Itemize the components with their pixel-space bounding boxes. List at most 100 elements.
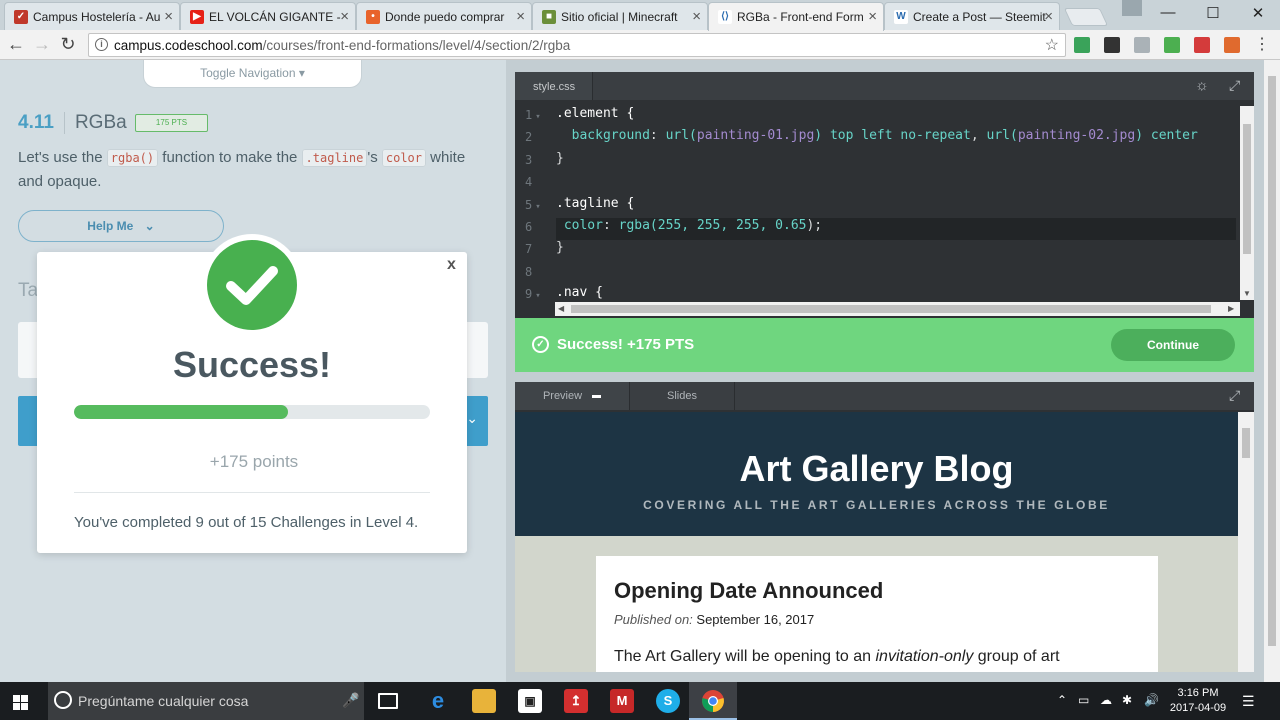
browser-tab[interactable]: ⟨⟩ RGBa - Front-end Form × [708, 2, 884, 31]
address-bar[interactable]: i campus.codeschool.com/courses/front-en… [88, 33, 1066, 57]
code-line: } [556, 151, 564, 173]
close-window-button[interactable]: ✕ [1246, 4, 1270, 22]
volume-icon[interactable]: 🔊 [1144, 693, 1159, 707]
steemit-favicon-icon: W [894, 10, 908, 24]
line-number-text: 2 [525, 130, 533, 145]
tray-expand-icon[interactable]: ⌃ [1057, 693, 1067, 707]
success-modal: x Success! +175 points You've completed … [37, 234, 467, 553]
cortana-search-box[interactable]: Pregúntame cualquier cosa 🎤 [48, 682, 364, 720]
wifi-icon[interactable]: ✱ [1122, 693, 1132, 707]
scrollbar-thumb[interactable] [1268, 76, 1276, 646]
browser-tab[interactable]: ✓ Campus Hostelería - Au × [4, 2, 180, 30]
minimize-button[interactable]: — [1156, 4, 1180, 21]
battery-icon[interactable]: ▭ [1078, 693, 1089, 707]
windows-taskbar: Pregúntame cualquier cosa 🎤 e ▣ ↥ M S ⌃ … [0, 682, 1280, 720]
site-info-icon[interactable]: i [95, 38, 108, 51]
browser-tab[interactable]: ■ Sitio oficial | Minecraft × [532, 2, 708, 30]
close-tab-icon[interactable]: × [1044, 8, 1053, 25]
editor-vertical-scrollbar[interactable]: ▼ [1240, 106, 1254, 300]
close-tab-icon[interactable]: × [692, 8, 701, 25]
browser-menu-icon[interactable]: ⋮ [1252, 34, 1272, 54]
tab-preview[interactable]: Preview [515, 382, 630, 410]
bookmark-star-icon[interactable]: ☆ [1045, 35, 1059, 55]
line-number-gutter: 1 ▾ 2 3 4 5 ▾ 6 7 8 9 ▾ [515, 106, 551, 301]
reload-button[interactable]: ↻ [58, 34, 78, 55]
code-area[interactable]: .element { background: url(painting-01.j… [556, 106, 1240, 300]
code-rgba: rgba() [106, 149, 159, 167]
code-line: } [556, 240, 564, 262]
continue-button[interactable]: Continue [1111, 329, 1235, 361]
code-token: url( [665, 128, 697, 144]
forward-button[interactable]: → [32, 34, 52, 55]
edge-browser-icon[interactable]: e [426, 689, 450, 713]
scroll-down-arrow[interactable]: ▼ [1243, 289, 1251, 298]
extension-green-icon[interactable] [1074, 37, 1090, 53]
scroll-right-arrow[interactable]: ▶ [1228, 304, 1234, 313]
fold-arrow-icon[interactable]: ▾ [535, 202, 540, 212]
article-card: Opening Date Announced Published on: Sep… [596, 556, 1158, 672]
minecraft-favicon-icon: ■ [542, 10, 556, 24]
tab-title: Campus Hostelería - Au [33, 10, 161, 24]
extension-puzzle-icon[interactable] [1104, 37, 1120, 53]
close-tab-icon[interactable]: × [868, 8, 877, 25]
expand-icon[interactable]: ⤢ [1229, 77, 1240, 94]
scrollbar-thumb[interactable] [1242, 428, 1250, 458]
profile-button[interactable] [1122, 0, 1142, 16]
tab-title: RGBa - Front-end Form [737, 10, 864, 24]
code-token: ); [806, 218, 823, 233]
published-date: September 16, 2017 [696, 612, 815, 627]
acrobat-icon[interactable]: ↥ [564, 689, 588, 713]
file-explorer-icon[interactable] [472, 689, 496, 713]
microphone-icon[interactable]: 🎤 [342, 692, 359, 709]
preview-scrollbar[interactable] [1238, 412, 1254, 672]
file-tab-style-css[interactable]: style.css [515, 72, 593, 100]
code-token: url( [986, 128, 1018, 144]
scroll-left-arrow[interactable]: ◀ [558, 304, 564, 313]
code-token: : [602, 218, 619, 233]
theme-toggle-icon[interactable]: ☼ [1195, 77, 1209, 94]
code-token: } [556, 240, 564, 256]
scrollbar-thumb[interactable] [1243, 124, 1251, 254]
instructions-text: function to make the [158, 149, 302, 166]
minimize-icon[interactable] [592, 394, 602, 398]
extension-search-icon[interactable] [1134, 37, 1150, 53]
fold-arrow-icon[interactable]: ▾ [535, 112, 540, 122]
tab-title: EL VOLCÁN GIGANTE - [209, 10, 341, 24]
network-icon[interactable]: ☁ [1100, 693, 1112, 707]
article-body: The Art Gallery will be opening to an in… [614, 648, 1134, 666]
extension-orange-icon[interactable] [1224, 37, 1240, 53]
store-icon[interactable]: ▣ [518, 689, 542, 713]
fold-arrow-icon[interactable]: ▾ [535, 291, 540, 301]
code-token: .element { [556, 106, 635, 121]
close-tab-icon[interactable]: × [516, 8, 525, 25]
back-button[interactable]: ← [6, 34, 26, 55]
tab-slides[interactable]: Slides [630, 382, 735, 410]
expand-icon[interactable]: ⤢ [1229, 387, 1240, 404]
windows-start-icon[interactable] [8, 692, 34, 712]
notifications-icon[interactable]: ☰ [1242, 693, 1255, 710]
close-tab-icon[interactable]: × [164, 8, 173, 25]
level-progress-bar [74, 405, 430, 419]
browser-tab-strip: ✓ Campus Hostelería - Au × ▶ EL VOLCÁN GIGAN… [0, 0, 1280, 31]
task-view-icon[interactable] [378, 693, 398, 709]
close-tab-icon[interactable]: × [340, 8, 349, 25]
extension-screen-icon[interactable] [1164, 37, 1180, 53]
close-modal-button[interactable]: x [447, 256, 456, 274]
toggle-navigation-button[interactable]: Toggle Navigation ▾ [143, 60, 362, 88]
system-clock[interactable]: 3:16 PM 2017-04-09 [1160, 686, 1236, 716]
page-scrollbar[interactable] [1264, 60, 1280, 682]
editor-horizontal-scrollbar[interactable]: ◀ ▶ [555, 302, 1240, 316]
browser-tab[interactable]: • Donde puedo comprar × [356, 2, 532, 30]
new-tab-button[interactable] [1063, 8, 1109, 26]
modal-divider [74, 492, 430, 493]
help-me-button[interactable]: Help Me ⌄ [18, 210, 224, 242]
chrome-taskbar-button[interactable] [689, 682, 737, 720]
browser-tab[interactable]: W Create a Post — Steemit × [884, 2, 1060, 30]
browser-tab[interactable]: ▶ EL VOLCÁN GIGANTE - × [180, 2, 356, 30]
extension-red-icon[interactable] [1194, 37, 1210, 53]
mcafee-icon[interactable]: M [610, 689, 634, 713]
scrollbar-thumb[interactable] [571, 305, 1211, 313]
maximize-button[interactable]: ☐ [1201, 4, 1225, 22]
line-number-text: 4 [525, 175, 533, 190]
skype-icon[interactable]: S [656, 689, 680, 713]
